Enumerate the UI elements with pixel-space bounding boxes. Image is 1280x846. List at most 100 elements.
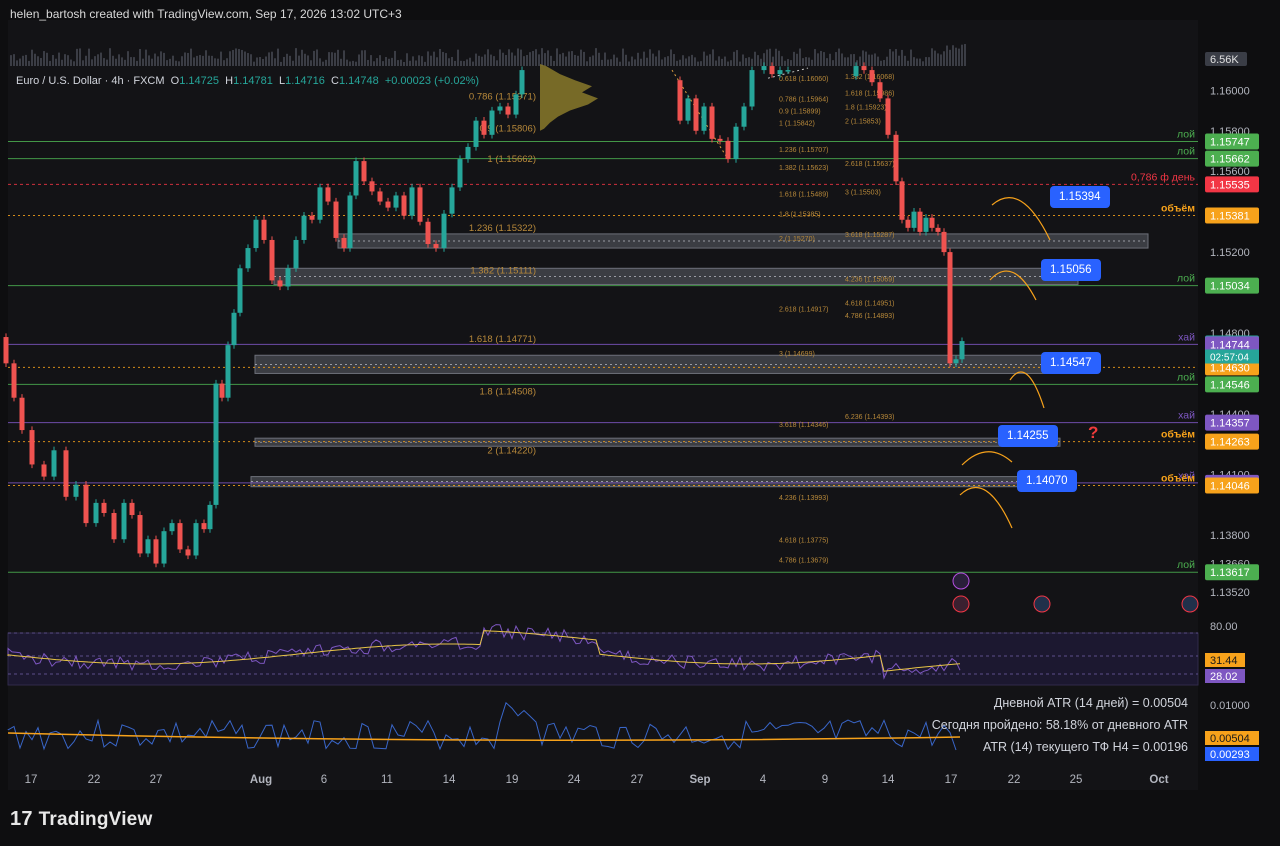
x-axis-tick: 14 (443, 774, 456, 786)
price-axis-tick: 1.13800 (1210, 530, 1250, 542)
candle-body (785, 70, 791, 72)
fib-label: 2 (1.14220) (487, 445, 536, 456)
volume-bar (235, 48, 237, 66)
volume-bar (631, 56, 633, 66)
volume-bar (43, 51, 45, 66)
candle-body (63, 450, 69, 497)
volume-bar (523, 56, 525, 66)
volume-bar (358, 54, 360, 66)
volume-bar (937, 53, 939, 66)
volume-bar (949, 49, 951, 66)
target-callout[interactable]: 1.15056 (1041, 259, 1101, 281)
volume-bar (778, 50, 780, 66)
x-axis-tick: 22 (88, 774, 101, 786)
volume-bar (301, 49, 303, 66)
volume-bar (922, 61, 924, 66)
volume-bar (616, 57, 618, 66)
fib-label: 4.618 (1.13775) (779, 537, 828, 544)
volume-bar (931, 48, 933, 66)
rsi-axis-label: 80.00 (1210, 621, 1238, 633)
candle-body (409, 187, 415, 216)
fib-label: 1.236 (1.15707) (779, 147, 828, 154)
candle-body (301, 215, 307, 240)
volume-bar (850, 54, 852, 66)
candle-body (741, 106, 747, 127)
volume-bar (655, 56, 657, 66)
candle-body (433, 244, 439, 249)
candle-body (169, 523, 175, 532)
volume-bar (76, 48, 78, 66)
fib-label: 0.786 (1.15971) (469, 91, 536, 102)
symbol-legend[interactable]: Euro / U.S. Dollar · 4h · FXCM O1.14725 … (16, 75, 479, 87)
fib-label: 2.618 (1.14917) (779, 307, 828, 314)
candle-body (489, 110, 495, 135)
volume-bar (547, 50, 549, 66)
volume-bar (715, 60, 717, 66)
volume-bar (484, 54, 486, 66)
volume-bar (310, 60, 312, 66)
candle-body (83, 484, 89, 524)
volume-bar (307, 55, 309, 66)
volume-bar (661, 59, 663, 66)
candle-body (161, 531, 167, 564)
volume-bar (400, 59, 402, 66)
volume-bar (115, 58, 117, 66)
volume-bar (370, 55, 372, 66)
price-badge-text: 1.15034 (1210, 281, 1250, 293)
level-label: лой (1177, 371, 1195, 383)
x-axis-tick: Oct (1149, 774, 1168, 786)
volume-bar (415, 60, 417, 66)
volume-bar (376, 58, 378, 66)
volume-bar (664, 57, 666, 66)
tradingview-logo[interactable]: 17 TradingView (10, 808, 152, 831)
target-callout[interactable]: 1.14255 (998, 425, 1058, 447)
candle-body (717, 138, 723, 141)
volume-bar (109, 48, 111, 66)
volume-bar (535, 49, 537, 66)
volume-bar (394, 50, 396, 66)
volume-bar (901, 49, 903, 66)
volume-bar (427, 51, 429, 66)
volume-bar (508, 49, 510, 66)
volume-bar (433, 51, 435, 66)
candle-body (935, 227, 941, 232)
candle-body (725, 140, 731, 160)
candle-body (185, 549, 191, 556)
volume-bar (649, 49, 651, 66)
candle-body (253, 219, 259, 249)
volume-bar (769, 48, 771, 66)
volume-bar (238, 49, 240, 66)
candle-body (29, 430, 35, 465)
volume-bar (55, 58, 57, 66)
fib-label: 1.8 (1.15385) (779, 212, 821, 219)
target-callout[interactable]: 1.15394 (1050, 186, 1110, 208)
candle-body (129, 502, 135, 516)
candle-body (519, 70, 525, 95)
volume-bar (826, 58, 828, 66)
volume-bar (574, 54, 576, 66)
event-icon (1181, 595, 1199, 613)
volume-bar (100, 52, 102, 66)
volume-bar (601, 59, 603, 66)
target-callout[interactable]: 1.14547 (1041, 352, 1101, 374)
volume-bar (727, 61, 729, 66)
volume-bar (22, 55, 24, 66)
volume-bar (256, 57, 258, 66)
volume-bar (895, 49, 897, 66)
volume-bar (331, 52, 333, 66)
volume-bar (85, 55, 87, 66)
volume-bar (73, 61, 75, 66)
change-value: +0.00023 (+0.02%) (384, 75, 480, 87)
volume-bar (289, 55, 291, 66)
candle-body (111, 512, 117, 540)
candle-body (137, 515, 143, 554)
volume-bar (283, 56, 285, 66)
volume-bar (529, 52, 531, 66)
volume-bar (745, 58, 747, 66)
target-callout[interactable]: 1.14070 (1017, 470, 1077, 492)
volume-bar (709, 54, 711, 66)
candle-body (207, 504, 213, 530)
volume-bar (172, 55, 174, 66)
candle-body (749, 70, 755, 107)
volume-bar (877, 56, 879, 66)
